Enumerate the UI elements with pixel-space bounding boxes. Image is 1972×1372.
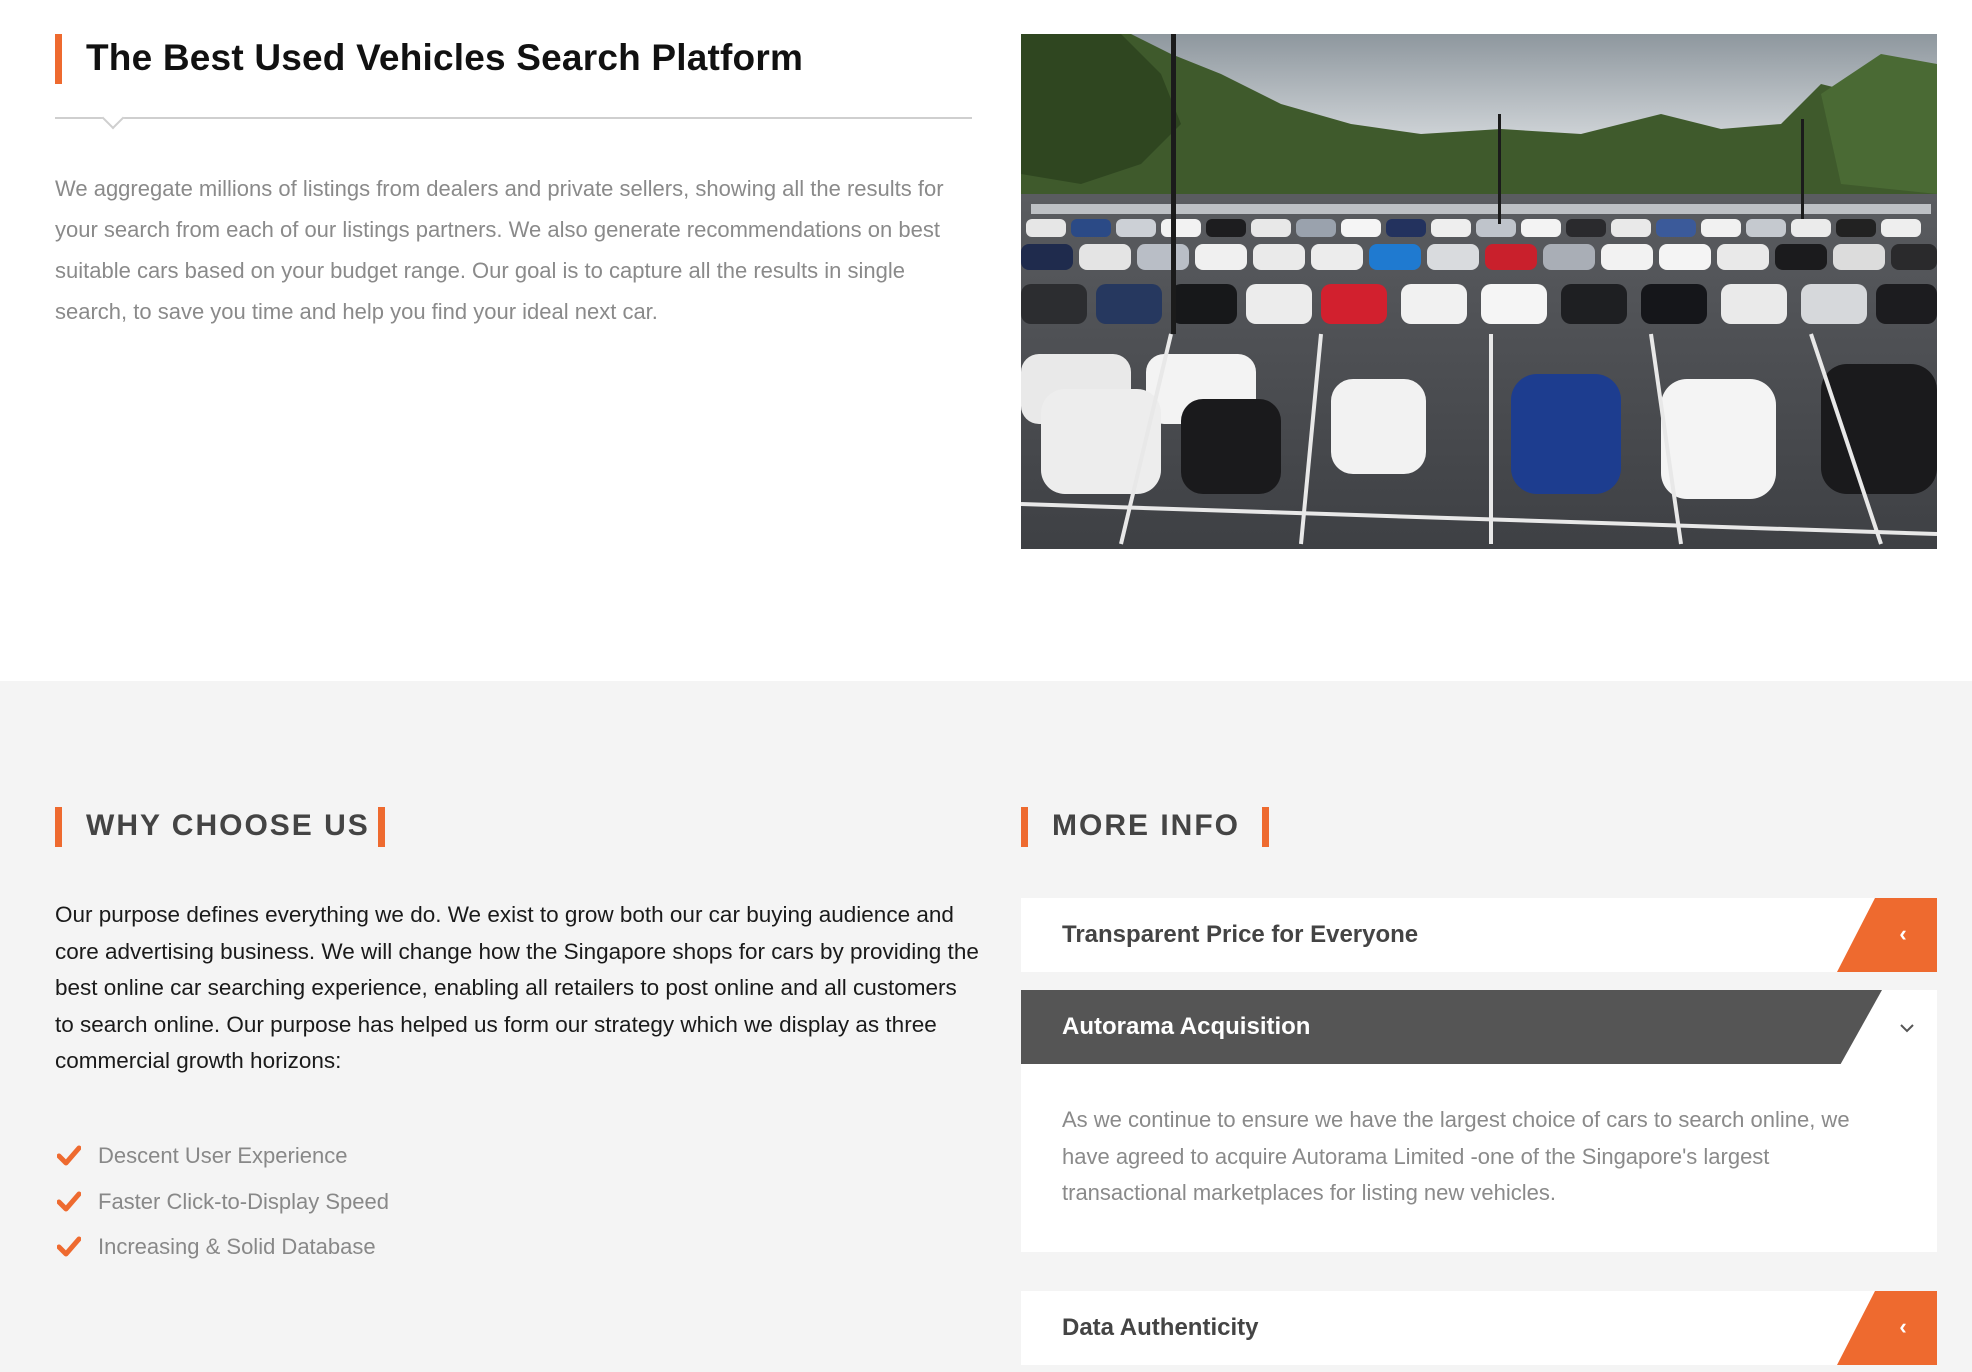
list-item: Descent User Experience [55,1141,389,1187]
title-accent-bar [55,34,62,84]
feature-label: Descent User Experience [98,1143,348,1168]
accordion-item-autorama: Autorama Acquisition As we continue to e… [1021,990,1937,1252]
list-item: Faster Click-to-Display Speed [55,1187,389,1233]
heading-accent-bar-right [378,807,385,847]
parking-lot-photo [1021,34,1937,549]
accordion-title: Autorama Acquisition [1062,1013,1311,1040]
check-icon [57,1145,81,1166]
accordion-title: Data Authenticity [1062,1314,1259,1341]
heading-accent-bar-left [1021,807,1028,847]
intro-paragraph: We aggregate millions of listings from d… [55,176,944,324]
check-icon [57,1236,81,1257]
feature-label: Increasing & Solid Database [98,1234,376,1259]
accordion-header-autorama[interactable]: Autorama Acquisition [1021,990,1937,1064]
chevron-down-icon [1900,1024,1914,1033]
heading-accent-bar-right [1262,807,1269,847]
divider-notch [101,106,125,130]
check-icon [57,1191,81,1211]
heading-accent-bar-left [55,807,62,847]
list-item: Increasing & Solid Database [55,1232,389,1278]
accordion-toggle-tab[interactable] [1837,898,1937,972]
feature-list: Descent User Experience Faster Click-to-… [55,1141,389,1278]
accordion-toggle-tab[interactable] [1837,1291,1937,1365]
feature-label: Faster Click-to-Display Speed [98,1188,389,1214]
features-section: WHY CHOOSE US Our purpose defines everyt… [0,681,1972,1372]
chevron-left-icon: ‹ [1899,1314,1907,1339]
accordion-header-data-authenticity[interactable]: Data Authenticity ‹ [1021,1291,1937,1365]
page-title-block: The Best Used Vehicles Search Platform [55,34,972,130]
about-section: The Best Used Vehicles Search Platform W… [0,0,1972,681]
title-divider [55,117,972,119]
page-title: The Best Used Vehicles Search Platform [86,37,804,78]
why-choose-paragraph: Our purpose defines everything we do. We… [55,902,979,1073]
accordion-item-data-authenticity: Data Authenticity ‹ [1021,1291,1937,1365]
accordion-content: As we continue to ensure we have the lar… [1021,1064,1937,1252]
more-info-heading: MORE INFO [1052,809,1240,842]
chevron-left-icon: ‹ [1899,921,1907,946]
accordion-title: Transparent Price for Everyone [1062,921,1419,948]
accordion-item-transparent-price: Transparent Price for Everyone ‹ [1021,898,1937,972]
why-choose-heading: WHY CHOOSE US [86,809,370,842]
accordion-header-transparent-price[interactable]: Transparent Price for Everyone ‹ [1021,898,1937,972]
